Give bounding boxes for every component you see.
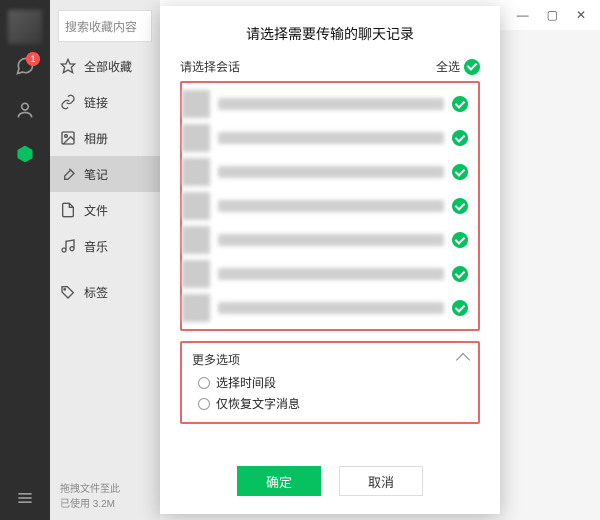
- sidebar-label: 音乐: [84, 238, 108, 255]
- tag-icon: [60, 284, 76, 300]
- photo-icon: [60, 130, 76, 146]
- contacts-icon: [15, 100, 35, 120]
- sidebar-label: 笔记: [84, 166, 108, 183]
- option-label: 选择时间段: [216, 374, 276, 391]
- footer-usage: 已使用 3.2M: [60, 497, 150, 512]
- check-icon[interactable]: [452, 232, 468, 248]
- more-options-highlight: 更多选项 选择时间段 仅恢复文字消息: [180, 341, 480, 424]
- select-all-label: 全选: [436, 58, 460, 75]
- dialog-title: 请选择需要传输的聊天记录: [160, 6, 500, 58]
- sidebar-item-link[interactable]: 链接: [50, 84, 160, 120]
- close-button[interactable]: ✕: [576, 8, 586, 22]
- transfer-dialog: 请选择需要传输的聊天记录 请选择会话 全选 更多选项 选择时间段 仅恢复文字消息…: [160, 6, 500, 514]
- conversation-list-highlight: [180, 81, 480, 331]
- conversation-name: [218, 166, 444, 178]
- sidebar-item-album[interactable]: 相册: [50, 120, 160, 156]
- conversation-name: [218, 200, 444, 212]
- conversation-name: [218, 98, 444, 110]
- conversation-name: [218, 302, 444, 314]
- chevron-up-icon: [456, 352, 470, 366]
- option-time-range[interactable]: 选择时间段: [198, 374, 468, 391]
- minimize-button[interactable]: —: [517, 8, 529, 22]
- search-input[interactable]: 搜索收藏内容: [58, 10, 152, 42]
- footer-hint: 拖拽文件至此: [60, 482, 150, 497]
- radio-icon: [198, 377, 210, 389]
- option-text-only[interactable]: 仅恢复文字消息: [198, 395, 468, 412]
- avatar: [182, 124, 210, 152]
- conversation-row[interactable]: [182, 257, 472, 291]
- link-icon: [60, 94, 76, 110]
- nav-favorites[interactable]: [0, 132, 50, 176]
- check-icon[interactable]: [452, 198, 468, 214]
- conversation-row[interactable]: [182, 155, 472, 189]
- select-all-button[interactable]: 全选: [436, 58, 480, 75]
- sidebar-item-file[interactable]: 文件: [50, 192, 160, 228]
- avatar: [182, 158, 210, 186]
- file-icon: [60, 202, 76, 218]
- sidebar-item-tag[interactable]: 标签: [50, 274, 160, 310]
- avatar: [182, 294, 210, 322]
- avatar: [182, 226, 210, 254]
- sidebar-label: 链接: [84, 94, 108, 111]
- cube-icon: [15, 144, 35, 164]
- sidebar-item-all[interactable]: 全部收藏: [50, 48, 160, 84]
- note-icon: [60, 166, 76, 182]
- sidebar-item-note[interactable]: 笔记: [50, 156, 160, 192]
- conversation-row[interactable]: [182, 121, 472, 155]
- maximize-button[interactable]: ▢: [547, 8, 558, 22]
- sidebar-item-music[interactable]: 音乐: [50, 228, 160, 264]
- conversation-row[interactable]: [182, 223, 472, 257]
- menu-icon: [15, 488, 35, 508]
- check-icon[interactable]: [452, 130, 468, 146]
- sidebar-label: 全部收藏: [84, 58, 132, 75]
- music-icon: [60, 238, 76, 254]
- avatar: [182, 192, 210, 220]
- left-nav: 1: [0, 0, 50, 520]
- star-icon: [60, 58, 76, 74]
- select-session-label: 请选择会话: [180, 58, 240, 75]
- avatar[interactable]: [8, 10, 42, 44]
- check-icon[interactable]: [452, 96, 468, 112]
- sidebar-footer: 拖拽文件至此 已使用 3.2M: [50, 474, 160, 520]
- conversation-name: [218, 268, 444, 280]
- ok-button[interactable]: 确定: [237, 466, 321, 496]
- check-icon: [464, 59, 480, 75]
- conversation-row[interactable]: [182, 189, 472, 223]
- check-icon[interactable]: [452, 164, 468, 180]
- sidebar-label: 文件: [84, 202, 108, 219]
- avatar: [182, 90, 210, 118]
- nav-contacts[interactable]: [0, 88, 50, 132]
- conversation-name: [218, 132, 444, 144]
- check-icon[interactable]: [452, 300, 468, 316]
- nav-menu[interactable]: [0, 476, 50, 520]
- cancel-button[interactable]: 取消: [339, 466, 423, 496]
- radio-icon: [198, 398, 210, 410]
- check-icon[interactable]: [452, 266, 468, 282]
- option-label: 仅恢复文字消息: [216, 395, 300, 412]
- sidebar-label: 相册: [84, 130, 108, 147]
- more-options-toggle[interactable]: 更多选项: [192, 351, 468, 368]
- conversation-row[interactable]: [182, 87, 472, 121]
- nav-chat[interactable]: 1: [0, 44, 50, 88]
- avatar: [182, 260, 210, 288]
- sidebar-label: 标签: [84, 284, 108, 301]
- conversation-name: [218, 234, 444, 246]
- more-options-label: 更多选项: [192, 351, 240, 368]
- sidebar: 搜索收藏内容 全部收藏 链接 相册 笔记 文件 音乐 标签 拖拽文件至此 已使用…: [50, 0, 160, 520]
- conversation-row[interactable]: [182, 291, 472, 325]
- chat-badge: 1: [26, 52, 40, 66]
